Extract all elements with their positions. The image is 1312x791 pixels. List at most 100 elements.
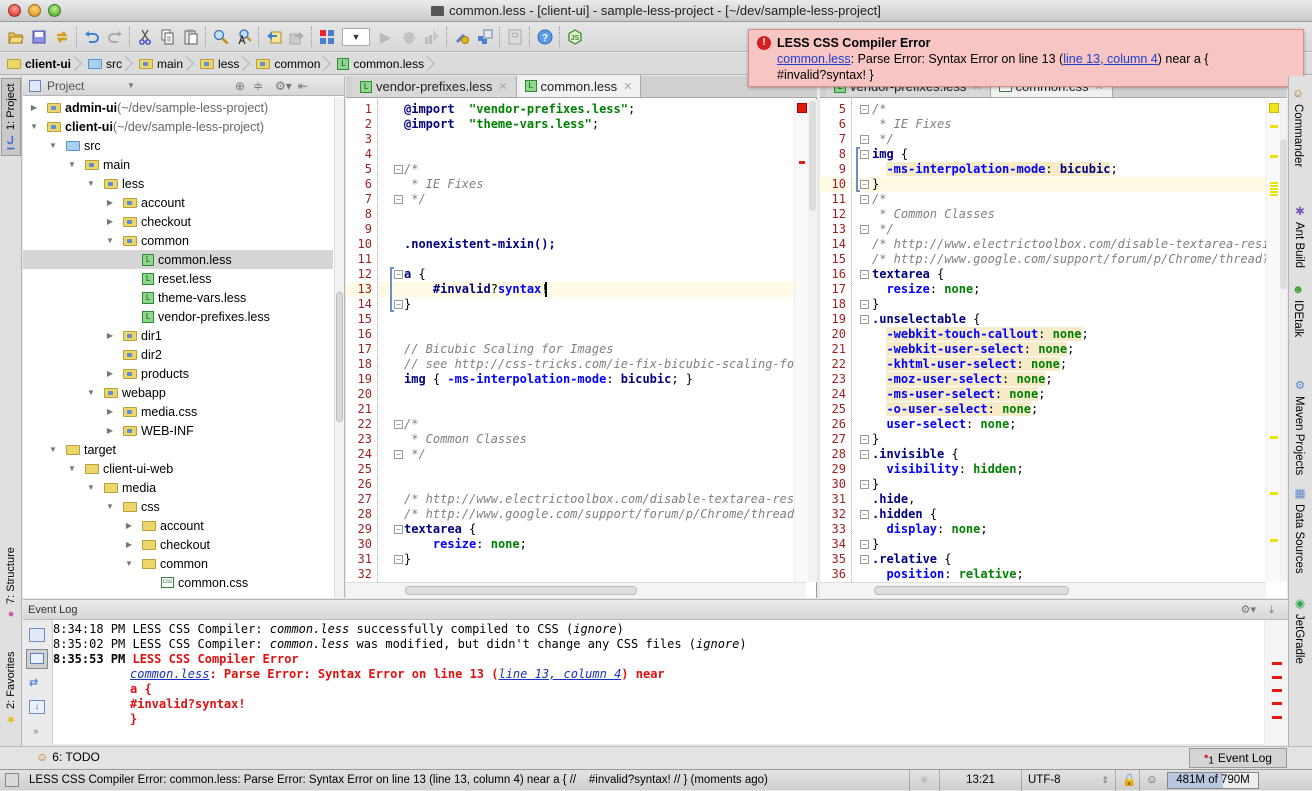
open-icon[interactable] bbox=[4, 26, 27, 48]
background-tasks-indicator[interactable]: ✳ bbox=[909, 769, 939, 791]
expanded-arrow-icon[interactable]: ▼ bbox=[29, 122, 39, 131]
tree-node[interactable]: ▶ checkout bbox=[23, 212, 333, 231]
project-view-selector[interactable]: Project bbox=[47, 79, 127, 93]
tree-node[interactable]: ▼ main bbox=[23, 155, 333, 174]
run-icon[interactable]: ▶ bbox=[374, 26, 397, 48]
tab-vendor-prefixes-less[interactable]: Lvendor-prefixes.less ✕ bbox=[352, 76, 517, 97]
gear-icon[interactable]: ⚙▾ bbox=[275, 79, 292, 93]
fold-end-icon[interactable]: − bbox=[860, 540, 869, 549]
warning-marker[interactable] bbox=[1270, 539, 1278, 542]
warning-marker[interactable] bbox=[1270, 436, 1278, 439]
breadcrumb-client-ui[interactable]: client-ui bbox=[4, 54, 79, 74]
expanded-arrow-icon[interactable]: ▼ bbox=[124, 559, 134, 568]
vertical-scrollbar[interactable] bbox=[808, 99, 817, 582]
help-icon[interactable]: ? bbox=[533, 26, 556, 48]
tree-node[interactable]: ▶ admin-ui (~/dev/sample-less-project) bbox=[23, 98, 333, 117]
locate-icon[interactable]: ⊕ bbox=[235, 79, 245, 93]
fold-end-icon[interactable]: − bbox=[394, 450, 403, 459]
status-message[interactable]: LESS CSS Compiler Error: common.less: Pa… bbox=[29, 774, 909, 786]
tool-tab-commander[interactable]: ☺ Commander bbox=[1292, 88, 1304, 167]
tree-node[interactable]: dir2 bbox=[23, 345, 333, 364]
warning-marker[interactable] bbox=[1270, 125, 1278, 128]
fold-end-icon[interactable]: − bbox=[394, 555, 403, 564]
tool-tab-project[interactable]: ᒍI 1: Project bbox=[1, 78, 21, 156]
breadcrumb-src[interactable]: src bbox=[85, 54, 130, 74]
fold-collapse-icon[interactable]: − bbox=[860, 315, 869, 324]
log-location-link[interactable]: line 13, column 4 bbox=[498, 667, 621, 681]
save-icon[interactable] bbox=[27, 26, 50, 48]
caret-position[interactable]: 13:21 bbox=[939, 769, 1021, 791]
coverage-icon[interactable] bbox=[420, 26, 443, 48]
forward-icon[interactable] bbox=[285, 26, 308, 48]
tool-tab-jetgradle[interactable]: ◉ JetGradle bbox=[1292, 596, 1306, 664]
notification-file-link[interactable]: common.less bbox=[777, 52, 851, 66]
fold-end-icon[interactable]: − bbox=[860, 480, 869, 489]
debug-icon[interactable] bbox=[397, 26, 420, 48]
horizontal-scrollbar[interactable] bbox=[346, 582, 806, 598]
settings-icon[interactable] bbox=[450, 26, 473, 48]
expanded-arrow-icon[interactable]: ▼ bbox=[48, 141, 58, 150]
vertical-scrollbar[interactable] bbox=[1280, 99, 1287, 582]
breadcrumb-common-less[interactable]: Lcommon.less bbox=[334, 54, 432, 74]
tool-tab-structure[interactable]: ● 7: Structure bbox=[1, 544, 21, 624]
zoom-window-button[interactable] bbox=[48, 4, 61, 17]
warning-marker[interactable] bbox=[1270, 155, 1278, 158]
breadcrumb-main[interactable]: main bbox=[136, 54, 191, 74]
horizontal-scrollbar[interactable] bbox=[820, 582, 1266, 598]
expanded-arrow-icon[interactable]: ▼ bbox=[67, 464, 77, 473]
fold-end-icon[interactable]: − bbox=[860, 225, 869, 234]
fold-end-icon[interactable]: − bbox=[394, 195, 403, 204]
tool-tab-favorites[interactable]: ★ 2: Favorites bbox=[1, 644, 21, 734]
tree-node[interactable]: ▶ WEB-INF bbox=[23, 421, 333, 440]
fold-collapse-icon[interactable]: − bbox=[394, 525, 403, 534]
tree-node[interactable]: ▼ common bbox=[23, 554, 333, 573]
fold-collapse-icon[interactable]: − bbox=[860, 555, 869, 564]
error-marker[interactable] bbox=[1272, 662, 1282, 665]
collapsed-arrow-icon[interactable]: ▶ bbox=[105, 198, 115, 207]
collapsed-arrow-icon[interactable]: ▶ bbox=[105, 407, 115, 416]
replace-icon[interactable] bbox=[232, 26, 255, 48]
code-area[interactable]: 5/* −6 * IE Fixes 7 */−8 img {−9 -ms-interp… bbox=[820, 99, 1266, 582]
fold-collapse-icon[interactable]: − bbox=[860, 510, 869, 519]
tree-node[interactable]: ▶ dir1 bbox=[23, 326, 333, 345]
hide-panel-icon[interactable]: ⤓ bbox=[1269, 600, 1274, 620]
redo-icon[interactable] bbox=[103, 26, 126, 48]
fold-end-icon[interactable]: − bbox=[860, 300, 869, 309]
tree-node[interactable]: ▼ css bbox=[23, 497, 333, 516]
chevron-down-icon[interactable]: ▼ bbox=[127, 81, 135, 90]
fold-collapse-icon[interactable]: − bbox=[860, 450, 869, 459]
tool-tab-maven-projects[interactable]: ⚙ Maven Projects bbox=[1292, 378, 1306, 475]
expanded-arrow-icon[interactable]: ▼ bbox=[105, 236, 115, 245]
tree-node[interactable]: ▼ webapp bbox=[23, 383, 333, 402]
sdk-icon[interactable] bbox=[503, 26, 526, 48]
close-window-button[interactable] bbox=[8, 4, 21, 17]
copy-icon[interactable] bbox=[156, 26, 179, 48]
tree-node[interactable]: ▼ src bbox=[23, 136, 333, 155]
close-tab-icon[interactable]: ✕ bbox=[498, 80, 507, 93]
tree-node[interactable]: css common.css bbox=[23, 573, 333, 592]
expanded-arrow-icon[interactable]: ▼ bbox=[86, 388, 96, 397]
fold-collapse-icon[interactable]: − bbox=[394, 420, 403, 429]
collapsed-arrow-icon[interactable]: ▶ bbox=[124, 540, 134, 549]
run-config-dropdown[interactable]: ▼ bbox=[342, 27, 370, 46]
collapsed-arrow-icon[interactable]: ▶ bbox=[105, 369, 115, 378]
warning-marker[interactable] bbox=[1270, 182, 1278, 196]
soft-wrap-icon[interactable]: ⇄ bbox=[29, 676, 45, 690]
error-marker[interactable] bbox=[1272, 689, 1282, 692]
tree-node[interactable]: ▼ client-ui (~/dev/sample-less-project) bbox=[23, 117, 333, 136]
close-tab-icon[interactable]: ✕ bbox=[623, 80, 632, 93]
notification-location-link[interactable]: line 13, column 4 bbox=[1063, 52, 1158, 66]
collapsed-arrow-icon[interactable]: ▶ bbox=[124, 521, 134, 530]
fold-end-icon[interactable]: − bbox=[394, 300, 403, 309]
collapsed-arrow-icon[interactable]: ▶ bbox=[105, 331, 115, 340]
settings-icon[interactable] bbox=[29, 628, 45, 642]
encoding-selector[interactable]: UTF-8 ⇕ bbox=[1021, 769, 1115, 791]
tree-node[interactable]: ▶ products bbox=[23, 364, 333, 383]
minimize-window-button[interactable] bbox=[28, 4, 41, 17]
tool-tab-todo[interactable]: ☺ 6: TODO bbox=[36, 750, 100, 764]
project-structure-icon[interactable] bbox=[473, 26, 496, 48]
tree-node[interactable]: Lvendor-prefixes.less bbox=[23, 307, 333, 326]
error-notification-balloon[interactable]: ! LESS CSS Compiler Error common.less: P… bbox=[748, 29, 1304, 87]
undo-icon[interactable] bbox=[80, 26, 103, 48]
tree-node[interactable]: ▼ common bbox=[23, 231, 333, 250]
